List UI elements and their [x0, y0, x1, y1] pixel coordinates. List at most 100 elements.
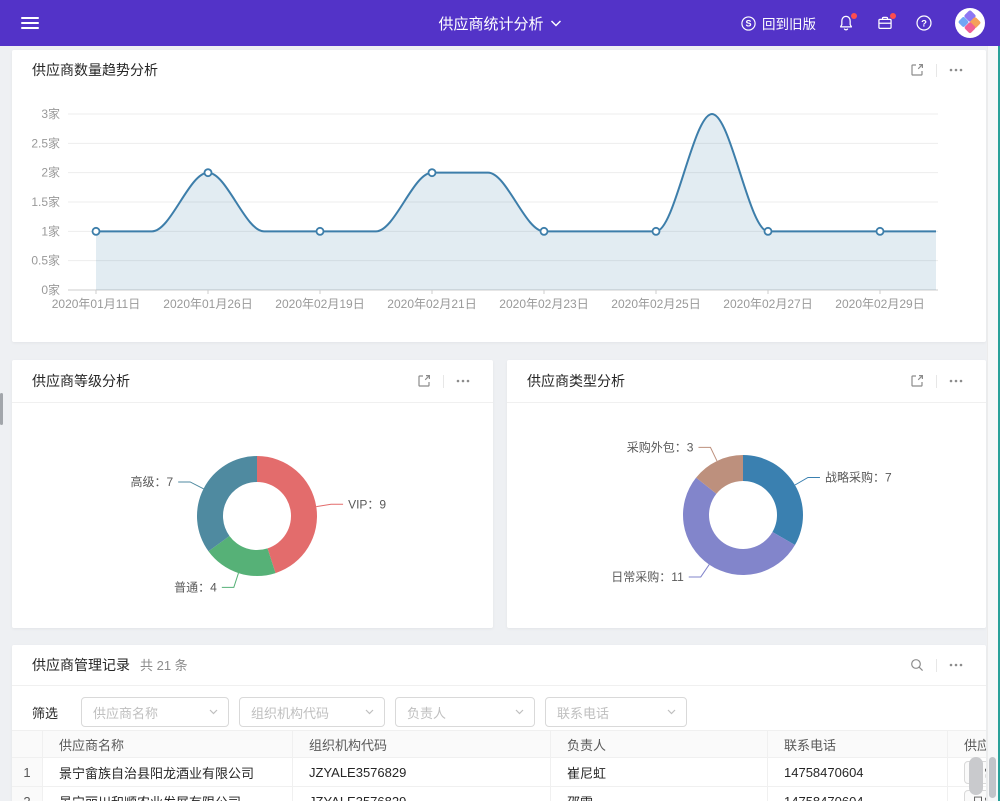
svg-text:?: ?: [921, 19, 927, 30]
svg-text:2020年02月23日: 2020年02月23日: [499, 297, 588, 311]
filter-placeholder: 供应商名称: [93, 703, 158, 722]
svg-text:2020年02月21日: 2020年02月21日: [387, 297, 476, 311]
table-cell: 崔尼虹: [551, 758, 768, 787]
workspace-badge-dot: [890, 13, 896, 19]
search-icon[interactable]: [909, 657, 925, 673]
table-header-cell: 供应商类型: [948, 730, 986, 758]
table-cell: 14758470604: [768, 787, 948, 801]
records-count: 共 21 条: [140, 655, 188, 674]
page-scrollbar-thumb[interactable]: [989, 757, 996, 798]
switch-version-icon: S: [740, 15, 757, 32]
records-card: 供应商管理记录 共 21 条 筛选 供应商名称组织机构代码负责人联系电话 供应商…: [12, 645, 986, 801]
page-title: 供应商统计分析: [438, 13, 543, 34]
type-donut-chart: 战略采购：7 日常采购：11 采购外包：3: [507, 404, 986, 628]
svg-text:S: S: [745, 18, 751, 28]
table-cell: 14758470604: [768, 758, 948, 787]
filter-select-2[interactable]: 负责人: [395, 697, 535, 727]
type-card: 供应商类型分析 战略采购：7 日常采购：11 采购外包：3: [507, 360, 986, 628]
row-index-cell: 2: [12, 787, 43, 801]
trend-card-title: 供应商数量趋势分析: [32, 60, 158, 80]
table-header-row: 供应商名称组织机构代码负责人联系电话供应商类型: [12, 730, 986, 758]
svg-text:2家: 2家: [41, 165, 60, 180]
svg-text:2020年01月26日: 2020年01月26日: [163, 297, 252, 311]
row-index-cell: 1: [12, 758, 43, 787]
table-cell: JZYALE3576829: [293, 758, 551, 787]
more-icon[interactable]: [455, 373, 471, 389]
table-body: 1景宁畲族自治县阳龙酒业有限公司JZYALE3576829崔尼虹14758470…: [12, 758, 986, 801]
filter-select-0[interactable]: 供应商名称: [81, 697, 229, 727]
svg-text:2020年02月25日: 2020年02月25日: [611, 297, 700, 311]
chevron-down-icon: [365, 709, 374, 715]
table-header-cell: 供应商名称: [43, 730, 293, 758]
chevron-down-icon: [515, 709, 524, 715]
table-cell: 邵雷: [551, 787, 768, 801]
filter-row: 筛选 供应商名称 组织机构代码 负责人 联系电话: [12, 686, 986, 730]
notification-badge-dot: [851, 13, 857, 19]
svg-text:采购外包：3: 采购外包：3: [627, 439, 694, 454]
filter-placeholder: 联系电话: [557, 703, 609, 722]
type-card-title: 供应商类型分析: [527, 371, 625, 391]
table-header-cell: 组织机构代码: [293, 730, 551, 758]
svg-text:1家: 1家: [41, 223, 60, 238]
filter-placeholder: 负责人: [407, 703, 446, 722]
table-cell: 景宁丽川和顺农业发展有限公司: [43, 787, 293, 801]
avatar-logo-icon: [954, 7, 986, 39]
svg-text:0家: 0家: [41, 282, 60, 297]
notifications-button[interactable]: [837, 14, 855, 32]
more-icon[interactable]: [948, 657, 964, 673]
expand-icon[interactable]: [416, 373, 432, 389]
table-header-cell: 联系电话: [768, 730, 948, 758]
level-card-title: 供应商等级分析: [32, 371, 130, 391]
svg-text:高级：7: 高级：7: [130, 474, 173, 489]
svg-text:1.5家: 1.5家: [31, 194, 60, 209]
table-cell: JZYALE3576829: [293, 787, 551, 801]
filter-label: 筛选: [32, 703, 58, 722]
help-button[interactable]: ?: [915, 14, 933, 32]
svg-text:2.5家: 2.5家: [31, 135, 60, 150]
chevron-down-icon: [667, 709, 676, 715]
page-scrollbar-track: [987, 46, 998, 801]
level-donut-chart: VIP：9 普通：4 高级：7: [12, 404, 493, 628]
table-row[interactable]: 1景宁畲族自治县阳龙酒业有限公司JZYALE3576829崔尼虹14758470…: [12, 758, 986, 787]
svg-text:战略采购：7: 战略采购：7: [825, 470, 892, 485]
table-row[interactable]: 2景宁丽川和顺农业发展有限公司JZYALE3576829邵雷1475847060…: [12, 787, 986, 801]
table-scrollbar-thumb[interactable]: [969, 757, 983, 795]
left-scrollbar-thumb[interactable]: [0, 393, 3, 425]
level-card: 供应商等级分析 VIP：9 普通：4 高级：7: [12, 360, 493, 628]
suppliers-table: 供应商名称组织机构代码负责人联系电话供应商类型 1景宁畲族自治县阳龙酒业有限公司…: [12, 730, 986, 801]
avatar[interactable]: [954, 7, 986, 39]
expand-icon[interactable]: [909, 62, 925, 78]
expand-icon[interactable]: [909, 373, 925, 389]
back-to-old-version-button[interactable]: S 回到旧版: [740, 13, 816, 33]
table-header-cell: [12, 730, 43, 758]
table-cell: 景宁畲族自治县阳龙酒业有限公司: [43, 758, 293, 787]
table-header: 供应商名称组织机构代码负责人联系电话供应商类型: [12, 730, 986, 758]
svg-text:2020年02月27日: 2020年02月27日: [723, 297, 812, 311]
menu-icon[interactable]: [21, 14, 39, 32]
chevron-down-icon: [209, 709, 218, 715]
svg-text:2020年02月29日: 2020年02月29日: [835, 297, 924, 311]
svg-text:2020年02月19日: 2020年02月19日: [275, 297, 364, 311]
records-card-title: 供应商管理记录: [32, 655, 130, 675]
filter-placeholder: 组织机构代码: [251, 703, 329, 722]
filter-select-3[interactable]: 联系电话: [545, 697, 687, 727]
app-header: 供应商统计分析 S 回到旧版 ?: [0, 0, 1000, 46]
help-icon: ?: [915, 14, 933, 32]
svg-text:3家: 3家: [41, 106, 60, 121]
more-icon[interactable]: [948, 373, 964, 389]
workspace-button[interactable]: [876, 14, 894, 32]
more-icon[interactable]: [948, 62, 964, 78]
trend-card: 供应商数量趋势分析 0家 0.5家 1家 1.5家 2家 2.5家 3家 2020年01月11…: [12, 50, 986, 342]
svg-text:0.5家: 0.5家: [31, 253, 60, 268]
filter-select-1[interactable]: 组织机构代码: [239, 697, 385, 727]
svg-text:2020年01月11日: 2020年01月11日: [52, 297, 141, 311]
trend-chart: 0家 0.5家 1家 1.5家 2家 2.5家 3家 2020年01月11日 2020年01月2…: [12, 90, 986, 330]
svg-text:日常采购：11: 日常采购：11: [611, 569, 684, 584]
filter-selects: 供应商名称 组织机构代码 负责人 联系电话: [81, 697, 687, 727]
back-to-old-label: 回到旧版: [762, 13, 816, 33]
app-title-dropdown[interactable]: 供应商统计分析: [438, 13, 561, 34]
table-header-cell: 负责人: [551, 730, 768, 758]
chevron-down-icon: [551, 20, 562, 27]
svg-text:普通：4: 普通：4: [174, 580, 217, 594]
svg-text:VIP：9: VIP：9: [348, 497, 386, 511]
